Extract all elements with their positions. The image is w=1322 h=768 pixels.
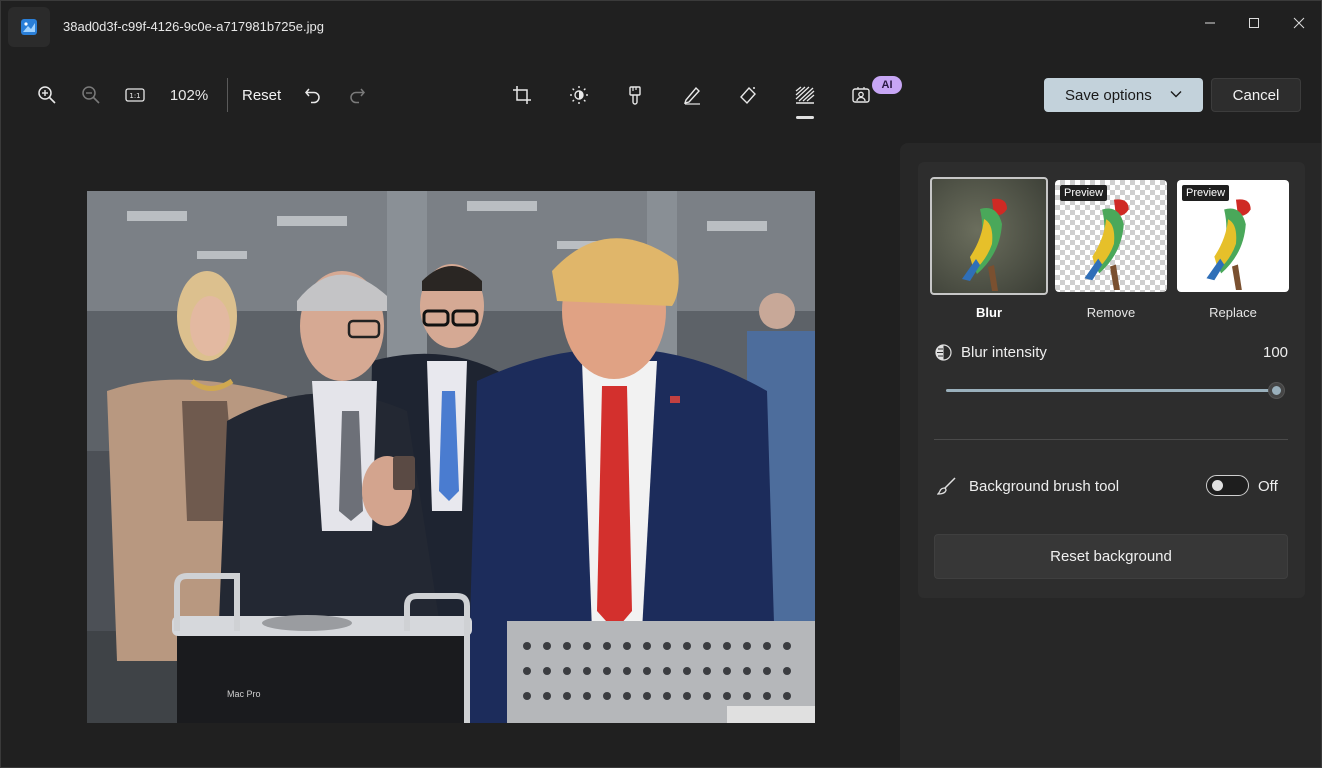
- markup-tool-button[interactable]: [664, 73, 721, 117]
- replace-thumbnail[interactable]: Preview: [1177, 180, 1289, 292]
- maximize-button[interactable]: [1234, 9, 1274, 37]
- save-options-label: Save options: [1065, 86, 1152, 104]
- blur-intensity-label: Blur intensity: [961, 344, 1047, 361]
- preview-tag: Preview: [1060, 185, 1108, 201]
- redo-icon: [350, 88, 366, 104]
- option-replace[interactable]: Preview Replace: [1174, 177, 1292, 320]
- background-tool-button[interactable]: [777, 73, 834, 119]
- edit-tools: [494, 73, 890, 119]
- adjust-tool-button[interactable]: [551, 73, 608, 117]
- crop-icon: [513, 86, 532, 104]
- window-title: 38ad0d3f-c99f-4126-9c0e-a717981b725e.jpg: [63, 19, 324, 34]
- ai-badge: AI: [872, 76, 902, 94]
- filter-brush-icon: [629, 86, 641, 105]
- erase-tool-button[interactable]: [720, 73, 777, 117]
- svg-text:1:1: 1:1: [129, 92, 140, 100]
- actual-size-button[interactable]: 1:1: [113, 73, 157, 117]
- edited-photo: [87, 191, 815, 723]
- save-options-button[interactable]: Save options: [1044, 78, 1203, 112]
- zoom-out-icon: [82, 86, 100, 104]
- mac-pro-label: Mac Pro: [227, 689, 261, 699]
- blur-intensity-icon: [935, 344, 952, 361]
- parrot-image-icon: [962, 198, 1007, 291]
- brush-toggle-state: Off: [1258, 478, 1278, 495]
- photos-editor-window: 38ad0d3f-c99f-4126-9c0e-a717981b725e.jpg: [0, 0, 1322, 768]
- minimize-button[interactable]: [1190, 9, 1230, 37]
- background-brush-toggle[interactable]: [1206, 475, 1249, 496]
- photo-canvas[interactable]: Mac Pro: [87, 191, 815, 723]
- remove-thumbnail[interactable]: Preview: [1055, 180, 1167, 292]
- blur-intensity-slider-thumb[interactable]: [1269, 383, 1284, 398]
- filter-tool-button[interactable]: [607, 73, 664, 117]
- undo-button[interactable]: [291, 73, 335, 117]
- option-remove-label: Remove: [1086, 305, 1136, 320]
- blur-intensity-value: 100: [1263, 344, 1289, 361]
- brightness-icon: [569, 86, 588, 104]
- eraser-icon: [740, 86, 757, 105]
- zoom-toolbar: 1:1 102% Reset: [25, 73, 379, 117]
- reset-background-button[interactable]: Reset background: [934, 534, 1288, 579]
- undo-icon: [305, 88, 320, 104]
- pen-icon: [683, 86, 700, 105]
- option-blur-label: Blur: [976, 305, 1002, 320]
- panel-divider: [934, 439, 1288, 440]
- toolbar-divider: [227, 78, 228, 112]
- redo-button[interactable]: [335, 73, 379, 117]
- toggle-knob: [1212, 480, 1223, 491]
- zoom-out-button[interactable]: [69, 73, 113, 117]
- reset-button[interactable]: Reset: [234, 87, 291, 104]
- cancel-button[interactable]: Cancel: [1211, 78, 1301, 112]
- background-blur-icon: [795, 86, 815, 104]
- photos-app-icon: [8, 7, 50, 47]
- crop-tool-button[interactable]: [494, 73, 551, 117]
- option-blur[interactable]: Blur: [930, 177, 1048, 320]
- actual-size-icon: 1:1: [125, 88, 145, 102]
- chevron-down-icon: [1170, 91, 1182, 98]
- brush-icon: [937, 477, 957, 495]
- preview-tag: Preview: [1182, 185, 1230, 201]
- blur-intensity-slider[interactable]: [946, 389, 1276, 392]
- background-brush-tool-label: Background brush tool: [969, 478, 1120, 495]
- option-replace-label: Replace: [1209, 305, 1257, 320]
- title-bar: 38ad0d3f-c99f-4126-9c0e-a717981b725e.jpg: [1, 1, 1321, 49]
- image-person-icon: [852, 87, 870, 103]
- zoom-in-icon: [38, 86, 56, 104]
- option-remove[interactable]: Preview Remove: [1052, 177, 1170, 320]
- close-window-button[interactable]: [1279, 9, 1319, 37]
- zoom-level[interactable]: 102%: [157, 87, 221, 104]
- zoom-in-button[interactable]: [25, 73, 69, 117]
- blur-thumbnail[interactable]: [930, 177, 1048, 295]
